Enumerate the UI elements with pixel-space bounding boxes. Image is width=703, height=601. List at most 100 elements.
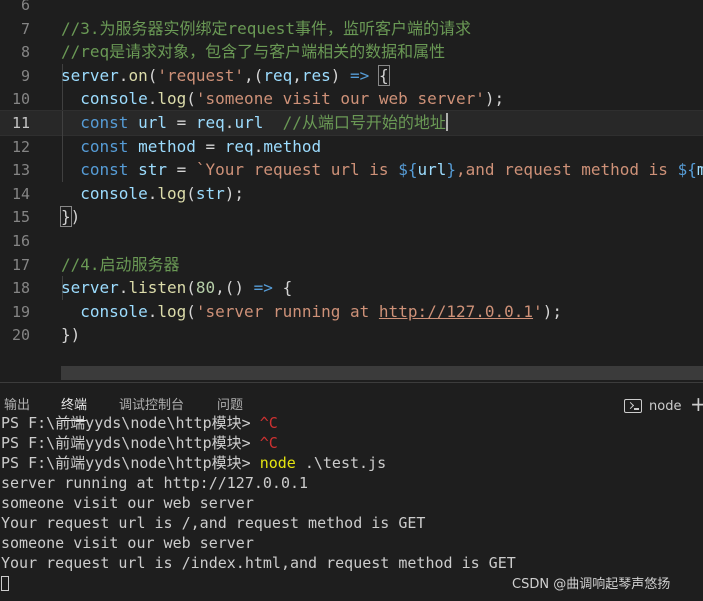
code-line[interactable]: 16: [0, 229, 703, 253]
code-token: on: [128, 65, 148, 85]
line-number: 6: [20, 0, 30, 14]
code-text: //3.为服务器实例绑定request事件，监听客户端的请求: [61, 17, 471, 41]
code-token: log: [157, 301, 187, 321]
code-line[interactable]: 10 console.log('someone visit our web se…: [0, 87, 703, 112]
code-token: str: [195, 183, 225, 203]
code-line[interactable]: 13 const str = `Your request url is ${ur…: [0, 158, 703, 183]
code-token: }: [446, 160, 456, 180]
code-token: );: [542, 301, 562, 321]
code-text: }): [60, 205, 80, 229]
code-line[interactable]: 12 const method = req.method: [0, 134, 703, 159]
code-token: listen: [128, 278, 187, 298]
terminal-text: ^C: [259, 414, 278, 432]
code-token: const: [61, 136, 129, 156]
line-number: 8: [20, 43, 30, 62]
code-line[interactable]: 15}): [0, 205, 703, 229]
code-token: ,(): [215, 278, 254, 298]
code-text: server.listen(80,() => {: [61, 276, 292, 300]
code-line[interactable]: 6: [0, 0, 703, 17]
terminal-name: node: [649, 398, 682, 414]
line-number: 17: [11, 255, 30, 274]
code-token: req: [263, 65, 293, 85]
code-line[interactable]: 18 server.listen(80,() => {: [0, 276, 703, 301]
line-number: 7: [20, 19, 30, 38]
line-number: 16: [11, 232, 30, 250]
code-token: console: [61, 183, 148, 203]
code-token: );: [224, 183, 245, 203]
terminal-line: Your request url is /,and request method…: [1, 513, 425, 533]
code-token: =: [195, 136, 225, 156]
code-token: url: [234, 113, 264, 132]
code-token: (: [147, 65, 158, 85]
code-token: .: [118, 65, 129, 85]
code-text: const method = req.method: [61, 135, 321, 159]
terminal-line: server running at http://127.0.0.1: [1, 473, 308, 493]
code-token: //3.为服务器实例绑定request事件，监听客户端的请求: [61, 18, 471, 38]
code-token: console: [61, 89, 148, 109]
watermark: CSDN @曲调响起琴声悠扬: [512, 577, 671, 592]
line-number: 14: [11, 184, 30, 203]
code-token: {: [377, 64, 390, 86]
terminal-text: server running at http://127.0.0.1: [1, 474, 309, 492]
code-token: http://127.0.0.1: [378, 301, 534, 321]
line-number: 9: [20, 66, 30, 85]
code-token: =: [166, 113, 196, 132]
editor-horizontal-scrollbar[interactable]: [61, 366, 703, 380]
code-token: const: [61, 113, 129, 132]
terminal-text: someone visit our web server: [1, 534, 254, 552]
code-text: server.on('request',(req,res) => {: [61, 64, 390, 88]
code-token: //从端口号开始的地址: [282, 113, 446, 132]
terminal-line: [1, 573, 9, 593]
code-token: .: [147, 301, 158, 321]
code-text: const url = req.url //从端口号开始的地址: [61, 111, 448, 135]
code-token: req: [224, 136, 254, 156]
terminal-icon: [624, 399, 642, 413]
line-number: 10: [11, 90, 30, 109]
terminal-line: Your request url is /index.html,and requ…: [1, 553, 516, 573]
code-token: 'request': [157, 65, 245, 85]
code-line[interactable]: 20}): [0, 323, 703, 347]
code-token: req: [195, 113, 225, 132]
code-token: res: [301, 65, 331, 85]
terminal-line: PS F:\前端yyds\node\http模块> ^C: [1, 413, 278, 433]
code-line-current[interactable]: 11 const url = req.url //从端口号开始的地址: [0, 110, 703, 136]
line-number: 12: [11, 137, 30, 156]
terminal-line: someone visit our web server: [1, 533, 254, 553]
code-token: server: [61, 278, 119, 298]
code-token: ,(: [244, 65, 264, 85]
code-token: `Your request url is: [195, 160, 399, 180]
terminal-text: PS F:\前端yyds\node\http模块>: [1, 434, 260, 452]
terminal-line: PS F:\前端yyds\node\http模块> node .\test.js: [1, 453, 386, 473]
terminal-line: someone visit our web server: [1, 493, 254, 513]
code-token: =>: [253, 278, 273, 298]
code-token: url: [138, 113, 167, 132]
code-token: );: [484, 89, 505, 109]
terminal-text: ^C: [259, 434, 278, 452]
add-terminal-button[interactable]: +: [690, 393, 703, 415]
code-token: }: [60, 206, 72, 228]
line-number: 11: [11, 114, 30, 132]
code-line[interactable]: 19 console.log('server running at http:/…: [0, 300, 703, 324]
code-text: console.log(str);: [61, 182, 244, 206]
code-line[interactable]: 14 console.log(str);: [0, 182, 703, 206]
code-token: =>: [350, 65, 370, 85]
code-token: console: [61, 301, 148, 321]
code-token: m: [696, 160, 703, 180]
code-line[interactable]: 9 server.on('request',(req,res) => {: [0, 63, 703, 88]
code-text: //4.启动服务器: [61, 253, 180, 277]
code-token: //4.启动服务器: [61, 254, 180, 274]
code-token: 'server running at: [195, 301, 379, 321]
line-number: 19: [11, 302, 30, 321]
line-number: 20: [11, 326, 30, 345]
code-token: method: [263, 136, 322, 156]
code-line[interactable]: 7 //3.为服务器实例绑定request事件，监听客户端的请求: [0, 17, 703, 41]
code-line[interactable]: 8 //req是请求对象，包含了与客户端相关的数据和属性: [0, 40, 703, 64]
code-line[interactable]: 17 //4.启动服务器: [0, 253, 703, 277]
code-token: method: [138, 136, 196, 156]
code-token: =: [166, 160, 196, 180]
code-token: ${: [677, 160, 697, 180]
terminal-selector[interactable]: node: [624, 395, 681, 417]
code-editor[interactable]: 6 7 //3.为服务器实例绑定request事件，监听客户端的请求 8 //req是请…: [0, 0, 703, 382]
